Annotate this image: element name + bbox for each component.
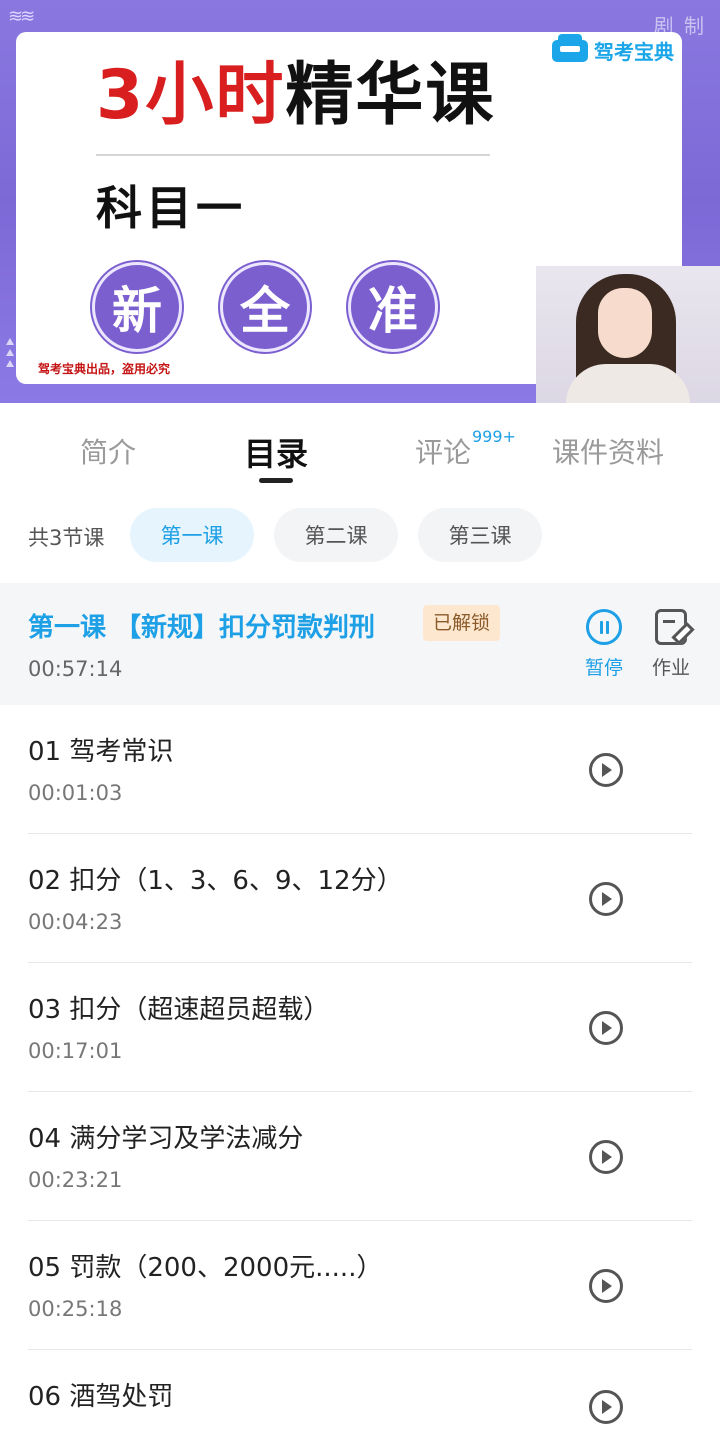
- tab-bar: 简介 目录 评论 999+ 课件资料: [0, 403, 720, 493]
- play-icon[interactable]: [589, 1269, 623, 1303]
- chapter-duration: 00:25:18: [28, 1297, 123, 1321]
- unlocked-badge: 已解锁: [423, 605, 501, 641]
- chapter-duration: 00:23:21: [28, 1168, 123, 1192]
- current-lesson-title: 第一课 【新规】扣分罚款判刑: [28, 613, 376, 643]
- presenter-body: [566, 364, 690, 403]
- watermark-logo-icon: ≋≋: [8, 6, 35, 27]
- pause-icon: [586, 609, 622, 645]
- car-icon: [552, 33, 588, 62]
- lesson-selector: 共3节课 第一课 第二课 第三课: [0, 506, 720, 562]
- side-arrows-icon: [6, 338, 16, 371]
- chapter-title: 04 满分学习及学法减分: [28, 1124, 304, 1154]
- play-icon[interactable]: [589, 1140, 623, 1174]
- copyright-notice: 驾考宝典出品，盗用必究: [38, 362, 171, 376]
- feature-circles: 新 全 准: [92, 262, 438, 352]
- homework-label: 作业: [651, 657, 690, 679]
- slide-title-course: 精华课: [285, 56, 496, 135]
- tab-catalog[interactable]: 目录: [244, 429, 308, 475]
- play-icon[interactable]: [589, 753, 623, 787]
- chapter-list: 01 驾考常识 00:01:03 02 扣分（1、3、6、9、12分） 00:0…: [0, 705, 720, 1441]
- list-item[interactable]: 05 罚款（200、2000元.....） 00:25:18: [28, 1221, 692, 1350]
- play-icon[interactable]: [589, 1390, 623, 1424]
- list-item[interactable]: 01 驾考常识 00:01:03: [28, 705, 692, 834]
- chapter-title: 03 扣分（超速超员超载）: [28, 995, 330, 1025]
- presenter-face: [598, 288, 652, 358]
- homework-edit-icon: [655, 609, 687, 645]
- title-divider: [96, 154, 490, 156]
- lesson-chip-3[interactable]: 第三课: [418, 508, 542, 562]
- current-lesson-duration: 00:57:14: [28, 657, 123, 681]
- chapter-title: 02 扣分（1、3、6、9、12分）: [28, 866, 403, 896]
- brand-name: 驾考宝典: [594, 40, 674, 64]
- current-lesson-header: 第一课 【新规】扣分罚款判刑 已解锁 00:57:14 暂停 作业: [0, 583, 720, 705]
- pause-button[interactable]: 暂停: [574, 609, 634, 680]
- comment-count-badge: 999+: [472, 427, 516, 446]
- list-item[interactable]: 04 满分学习及学法减分 00:23:21: [28, 1092, 692, 1221]
- slide-title-hours: 3小时: [96, 56, 286, 135]
- chapter-title: 05 罚款（200、2000元.....）: [28, 1253, 383, 1283]
- homework-button[interactable]: 作业: [641, 609, 701, 680]
- feature-circle-new: 新: [92, 262, 182, 352]
- chapter-duration: 00:17:01: [28, 1039, 123, 1063]
- tab-intro[interactable]: 简介: [80, 431, 136, 471]
- tab-indicator: [259, 478, 293, 483]
- presenter-video: [536, 266, 720, 403]
- slide-subtitle: 科目一: [96, 181, 246, 235]
- play-icon[interactable]: [589, 1011, 623, 1045]
- list-item[interactable]: 03 扣分（超速超员超载） 00:17:01: [28, 963, 692, 1092]
- slide-title: 3小时精华课: [96, 62, 495, 130]
- lesson-count: 共3节课: [28, 526, 105, 550]
- brand-logo: 驾考宝典: [552, 33, 674, 65]
- chapter-title: 06 酒驾处罚: [28, 1382, 174, 1412]
- chapter-duration: 00:01:03: [28, 781, 123, 805]
- chapter-title: 01 驾考常识: [28, 737, 174, 767]
- feature-circle-full: 全: [220, 262, 310, 352]
- play-icon[interactable]: [589, 882, 623, 916]
- list-item[interactable]: 06 酒驾处罚: [28, 1350, 692, 1441]
- chapter-duration: 00:04:23: [28, 910, 123, 934]
- tab-comments[interactable]: 评论: [415, 431, 471, 471]
- tab-materials[interactable]: 课件资料: [552, 431, 664, 471]
- video-player[interactable]: ≋≋ 剧 制 驾考宝典 3小时精华课 科目一 新 全 准 驾考宝典出品，盗用必究: [0, 0, 720, 403]
- feature-circle-accurate: 准: [348, 262, 438, 352]
- lesson-chip-2[interactable]: 第二课: [274, 508, 398, 562]
- list-item[interactable]: 02 扣分（1、3、6、9、12分） 00:04:23: [28, 834, 692, 963]
- pause-label: 暂停: [584, 657, 623, 679]
- lesson-chip-1[interactable]: 第一课: [130, 508, 254, 562]
